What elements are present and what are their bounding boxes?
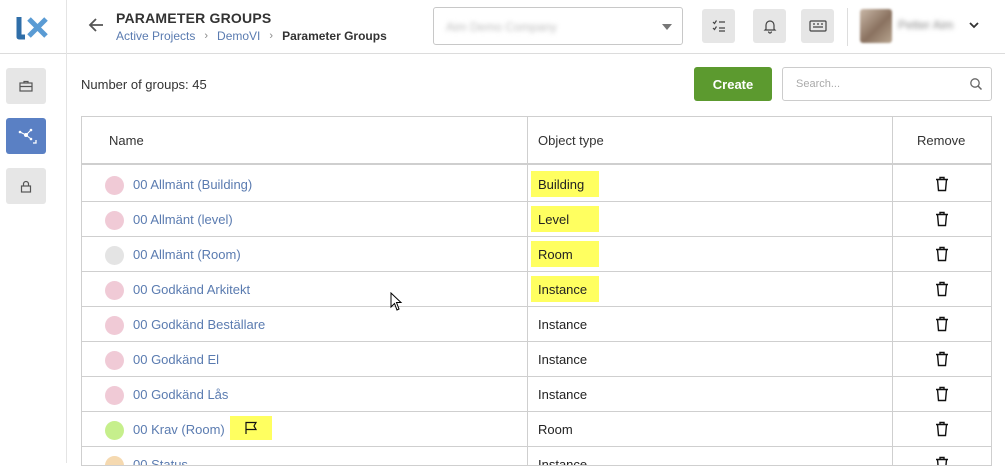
object-type: Instance	[538, 387, 588, 402]
status-dot	[105, 211, 124, 230]
trash-icon[interactable]	[935, 316, 949, 332]
group-name-link[interactable]: 00 Godkänd Lås	[133, 387, 228, 402]
search-icon[interactable]	[969, 77, 983, 91]
group-name-link[interactable]: 00 Allmänt (level)	[133, 212, 233, 227]
lock-icon	[20, 180, 32, 193]
status-dot	[105, 351, 124, 370]
group-name-link[interactable]: 00 Godkänd El	[133, 352, 219, 367]
status-dot	[105, 456, 124, 465]
column-header-remove: Remove	[917, 133, 966, 148]
back-arrow-icon[interactable]	[86, 14, 108, 36]
sidebar-item-projects[interactable]	[6, 68, 46, 104]
status-dot	[105, 421, 124, 440]
column-header-object-type[interactable]: Object type	[538, 133, 604, 148]
trash-icon[interactable]	[935, 211, 949, 227]
group-name-link[interactable]: 00 Status	[133, 457, 188, 465]
table-header: Name Object type Remove	[82, 117, 991, 165]
status-dot	[105, 246, 124, 265]
avatar[interactable]	[860, 9, 892, 43]
trash-icon[interactable]	[935, 176, 949, 192]
dropdown-caret-icon	[662, 24, 672, 30]
chevron-down-icon[interactable]	[968, 18, 980, 30]
object-type: Level	[538, 212, 570, 227]
object-type: Instance	[538, 317, 588, 332]
sidebar-item-security[interactable]	[6, 168, 46, 204]
trash-icon[interactable]	[935, 281, 949, 297]
parameter-groups-table: Name Object type Remove 00 Allmänt (Buil…	[81, 116, 992, 466]
table-row[interactable]: 00 Godkänd Arkitekt Instance	[82, 272, 991, 307]
logo-icon[interactable]	[0, 0, 67, 54]
table-row[interactable]: 00 Krav (Room) Room	[82, 412, 991, 447]
trash-icon[interactable]	[935, 421, 949, 437]
object-type: Instance	[538, 352, 588, 367]
table-row[interactable]: 00 Allmänt (Building) Building	[82, 167, 991, 202]
breadcrumb-project[interactable]: DemoVI	[217, 29, 260, 43]
search-input[interactable]: Search...	[782, 67, 992, 101]
user-name[interactable]: Petter Aim	[898, 18, 953, 32]
cursor-icon	[390, 291, 404, 317]
search-placeholder: Search...	[796, 78, 841, 90]
table-row[interactable]: 00 Godkänd Beställare Instance	[82, 307, 991, 342]
flag-icon[interactable]	[230, 416, 272, 440]
object-type: Instance	[538, 282, 588, 297]
status-dot	[105, 386, 124, 405]
breadcrumb-current: Parameter Groups	[282, 29, 387, 43]
trash-icon[interactable]	[935, 456, 949, 465]
trash-icon[interactable]	[935, 386, 949, 402]
group-name-link[interactable]: 00 Allmänt (Room)	[133, 247, 241, 262]
status-dot	[105, 316, 124, 335]
page-title: PARAMETER GROUPS	[116, 10, 272, 26]
company-select[interactable]: Aim Demo Company	[433, 7, 683, 45]
group-name-link[interactable]: 00 Godkänd Beställare	[133, 317, 265, 332]
table-row[interactable]: 00 Godkänd Lås Instance	[82, 377, 991, 412]
bell-icon	[763, 20, 776, 34]
sidebar-item-parameters[interactable]	[6, 118, 46, 154]
group-name-link[interactable]: 00 Godkänd Arkitekt	[133, 282, 250, 297]
object-type: Instance	[538, 457, 588, 466]
object-type: Room	[538, 247, 573, 262]
status-dot	[105, 176, 124, 195]
checklist-button[interactable]	[702, 9, 735, 43]
network-icon	[18, 128, 37, 144]
breadcrumb-active-projects[interactable]: Active Projects	[116, 29, 195, 43]
column-header-name[interactable]: Name	[109, 133, 144, 148]
create-button[interactable]: Create	[694, 67, 772, 101]
table-row[interactable]: 00 Godkänd El Instance	[82, 342, 991, 377]
status-dot	[105, 281, 124, 300]
company-select-value: Aim Demo Company	[446, 20, 557, 34]
table-row[interactable]: 00 Allmänt (level) Level	[82, 202, 991, 237]
object-type: Room	[538, 422, 573, 437]
breadcrumb: Active Projects › DemoVI › Parameter Gro…	[116, 29, 387, 43]
notifications-button[interactable]	[753, 9, 786, 43]
trash-icon[interactable]	[935, 246, 949, 262]
trash-icon[interactable]	[935, 351, 949, 367]
keyboard-icon	[808, 20, 827, 32]
divider	[847, 8, 848, 46]
checklist-icon	[712, 20, 725, 32]
breadcrumb-separator-icon: ›	[204, 30, 209, 42]
group-count: Number of groups: 45	[81, 77, 207, 92]
briefcase-icon	[19, 80, 33, 92]
group-name-link[interactable]: 00 Krav (Room)	[133, 422, 225, 437]
breadcrumb-separator-icon: ›	[269, 30, 274, 42]
sidebar	[0, 54, 67, 463]
table-row[interactable]: 00 Status Instance	[82, 447, 991, 466]
table-row[interactable]: 00 Allmänt (Room) Room	[82, 237, 991, 272]
group-name-link[interactable]: 00 Allmänt (Building)	[133, 177, 252, 192]
keyboard-button[interactable]	[801, 9, 834, 43]
object-type: Building	[538, 177, 585, 192]
top-bar: PARAMETER GROUPS Active Projects › DemoV…	[0, 0, 1005, 54]
